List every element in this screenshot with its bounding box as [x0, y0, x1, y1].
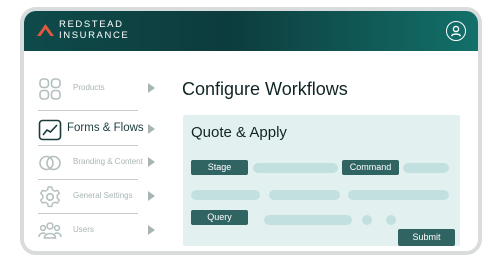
query-chip[interactable]: Query [191, 210, 248, 225]
placeholder-field [348, 190, 449, 200]
placeholder-field [253, 163, 338, 173]
workflow-panel: Quote & Apply Stage Command Query Submit [183, 115, 460, 246]
placeholder-dot [362, 215, 372, 225]
brand-name-line1: REDSTEAD [59, 19, 124, 30]
products-grid-icon [39, 78, 61, 100]
sidebar-item-label: Users [73, 225, 94, 234]
trend-line-icon [38, 119, 62, 141]
placeholder-field [264, 215, 352, 225]
sidebar-item-label: Products [73, 83, 105, 92]
users-group-icon [38, 222, 62, 239]
user-circle-icon [450, 25, 462, 37]
placeholder-dot [386, 215, 396, 225]
sidebar-item-branding-content[interactable]: Branding & Content [34, 146, 162, 180]
submit-button[interactable]: Submit [398, 229, 455, 246]
sidebar-divider [38, 110, 138, 111]
caret-right-icon [148, 157, 155, 167]
top-bar: REDSTEAD INSURANCE [24, 11, 478, 51]
main-content: Configure Workflows Quote & Apply Stage … [166, 51, 478, 251]
placeholder-field [269, 190, 340, 200]
gear-icon [40, 186, 60, 208]
sidebar-item-users[interactable]: Users [34, 214, 162, 248]
app-window: REDSTEAD INSURANCE Products Forms & Flow… [20, 7, 482, 255]
sidebar-item-label: General Settings [73, 191, 133, 200]
page-title: Configure Workflows [182, 79, 348, 99]
caret-right-icon [148, 191, 155, 201]
chevron-peak-logo-icon [37, 24, 54, 36]
stage-chip[interactable]: Stage [191, 160, 248, 175]
caret-right-icon [148, 83, 155, 93]
command-chip[interactable]: Command [342, 160, 399, 175]
caret-right-icon [148, 124, 155, 134]
user-account-button[interactable] [446, 21, 466, 41]
sidebar-nav: Products Forms & Flows Branding & Conten… [24, 51, 166, 251]
brand-name: REDSTEAD INSURANCE [59, 19, 129, 41]
placeholder-field [191, 190, 260, 200]
sidebar-item-label: Branding & Content [73, 157, 143, 166]
placeholder-field [403, 163, 449, 173]
caret-right-icon [148, 225, 155, 235]
sidebar-item-products[interactable]: Products [34, 72, 162, 106]
sidebar-item-forms-flows[interactable]: Forms & Flows [34, 113, 162, 147]
brand-name-line2: INSURANCE [59, 30, 130, 41]
overlap-circles-icon [39, 155, 61, 171]
panel-title: Quote & Apply [191, 124, 287, 141]
sidebar-item-general-settings[interactable]: General Settings [34, 180, 162, 214]
sidebar-item-label: Forms & Flows [67, 122, 144, 134]
